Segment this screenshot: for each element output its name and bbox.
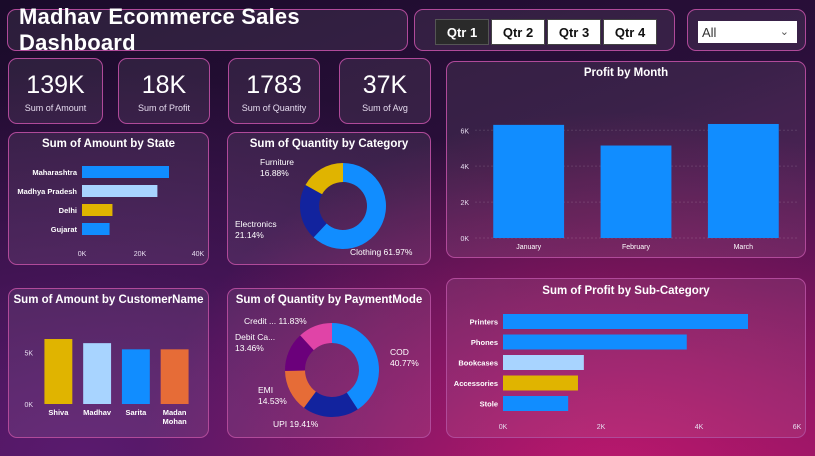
kpi-card-quantity: 1783 Sum of Quantity [228, 58, 320, 124]
slice-name-label: Debit Ca... [235, 332, 275, 342]
category-label: Mohan [163, 417, 188, 426]
filter-slicer: All ⌄ [687, 9, 806, 51]
bar-delhi [82, 204, 113, 216]
amount-by-customer-chart: 0K 5K Shiva Madhav Sarita MadanMohan [24, 339, 189, 426]
category-label: Delhi [59, 206, 77, 215]
category-label: Bookcases [458, 359, 498, 368]
profit-by-subcategory-panel: Sum of Profit by Sub-Category Printers Ph… [446, 278, 806, 438]
slice-name-label: COD [390, 347, 409, 357]
category-label: February [622, 244, 651, 251]
y-tick-label: 2K [460, 200, 469, 207]
kpi-value: 37K [362, 70, 408, 99]
qtr-1-button[interactable]: Qtr 1 [435, 19, 489, 45]
bar-january [493, 124, 565, 238]
category-label: Madan [163, 408, 187, 417]
quarter-slicer: Qtr 1 Qtr 2 Qtr 3 Qtr 4 [414, 9, 675, 51]
kpi-label: Sum of Profit [137, 102, 191, 113]
kpi-label: Sum of Amount [24, 102, 87, 113]
kpi-label: Sum of Quantity [241, 102, 307, 113]
slice-label: Clothing 61.97% [350, 247, 413, 257]
quantity-by-payment-chart: COD40.77% UPI 19.41% EMI14.53% Debit Ca...1… [235, 316, 419, 429]
slice-name-label: EMI [258, 385, 273, 395]
category-label: Shiva [48, 408, 69, 417]
kpi-card-profit: 18K Sum of Profit [118, 58, 210, 124]
category-label: January [516, 244, 541, 251]
bar-phones [503, 334, 687, 350]
profit-by-month-panel: Profit by Month 0K 2K 4K 6K January February M… [446, 61, 806, 258]
kpi-value: 139K [26, 70, 85, 99]
x-tick-label: 4K [695, 424, 704, 431]
category-label: Gujarat [51, 225, 78, 234]
chevron-down-icon[interactable]: ⌄ [780, 25, 789, 38]
bar-accessories [503, 375, 578, 391]
bar-madhya-pradesh [82, 185, 158, 197]
kpi-card-avg: 37K Sum of Avg [339, 58, 431, 124]
qtr-3-button[interactable]: Qtr 3 [547, 19, 601, 45]
filter-dropdown[interactable]: All ⌄ [698, 21, 797, 43]
kpi-card-amount: 139K Sum of Amount [8, 58, 103, 124]
bar-printers [503, 314, 748, 329]
profit-by-subcategory-chart: Printers Phones Bookcases Accessories Stole 0… [454, 314, 802, 431]
y-tick-label: 5K [24, 350, 33, 357]
amount-by-state-panel: Sum of Amount by State Maharashtra Madhya… [8, 132, 209, 265]
dashboard-title: Madhav Ecommerce Sales Dashboard [19, 4, 300, 55]
category-label: March [734, 244, 754, 251]
kpi-value: 18K [141, 70, 187, 99]
category-label: Phones [471, 338, 498, 347]
profit-by-month-chart: 0K 2K 4K 6K January February March [460, 123, 797, 251]
slice-label: UPI 19.41% [273, 419, 319, 429]
bar-february [600, 145, 672, 238]
bar-bookcases [503, 355, 584, 370]
slice-name-label: Electronics [235, 219, 277, 229]
category-label: Printers [470, 318, 498, 327]
bar-march [707, 123, 779, 238]
dashboard-title-panel: Madhav Ecommerce Sales Dashboard [7, 4, 408, 55]
slice-pct-label: 13.46% [235, 343, 264, 353]
y-tick-label: 6K [460, 128, 469, 135]
x-tick-label: 2K [597, 424, 606, 431]
amount-by-state-chart: Maharashtra Madhya Pradesh Delhi Gujarat 0K 2… [17, 166, 205, 258]
x-tick-label: 6K [793, 424, 802, 431]
bar-shiva [44, 339, 73, 404]
bar-maharashtra [82, 166, 169, 178]
category-label: Madhya Pradesh [17, 187, 77, 196]
category-label: Madhav [83, 408, 112, 417]
bar-gujarat [82, 223, 110, 235]
y-tick-label: 4K [460, 164, 469, 171]
x-tick-label: 0K [78, 251, 87, 258]
x-tick-label: 20K [134, 251, 147, 258]
qtr-4-button[interactable]: Qtr 4 [603, 19, 657, 45]
bar-madan-mohan [160, 349, 189, 404]
category-label: Accessories [454, 379, 498, 388]
x-tick-label: 0K [499, 424, 508, 431]
slice-label: Credit ... 11.83% [244, 316, 307, 326]
quantity-by-payment-panel: Sum of Quantity by PaymentMode COD 40.77%… [227, 288, 431, 438]
slice-pct-label: 21.14% [235, 230, 264, 240]
category-label: Maharashtra [32, 168, 77, 177]
amount-by-customer-panel: Sum of Amount by CustomerName 0K 5K Shiva M… [8, 288, 209, 438]
y-tick-label: 0K [24, 402, 33, 409]
slice-pct-label: 14.53% [258, 396, 287, 406]
bar-sarita [121, 349, 150, 404]
slice-name-label: Furniture [260, 157, 294, 167]
slice-pct-label: 16.88% [260, 168, 289, 178]
category-label: Sarita [125, 408, 147, 417]
qtr-2-button[interactable]: Qtr 2 [491, 19, 545, 45]
bar-stole [503, 396, 569, 411]
quantity-by-category-chart: Clothing 61.97% Electronics21.14% Furnitur… [235, 157, 413, 257]
slice-pct-label: 40.77% [390, 358, 419, 368]
kpi-label: Sum of Avg [362, 102, 408, 113]
x-tick-label: 40K [192, 251, 205, 258]
quantity-by-category-panel: Sum of Quantity by Category Clothing 61.… [227, 132, 431, 265]
filter-dropdown-value: All [702, 24, 717, 40]
bar-madhav [83, 343, 112, 404]
y-tick-label: 0K [460, 236, 469, 243]
kpi-value: 1783 [246, 70, 302, 99]
category-label: Stole [480, 400, 498, 409]
